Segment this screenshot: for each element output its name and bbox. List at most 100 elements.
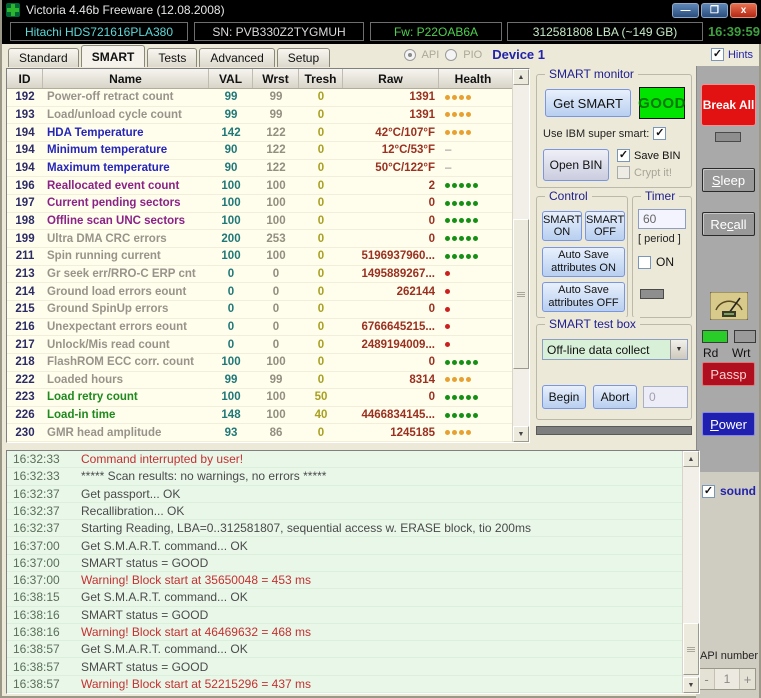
smart-off-button[interactable]: SMART OFF <box>585 211 625 241</box>
tab-smart[interactable]: SMART <box>81 45 146 67</box>
save-bin-checkbox[interactable]: ✓ <box>617 149 630 162</box>
cell-val: 90 <box>209 162 253 174</box>
table-row[interactable]: 226Load-in time148100404466834145... <box>7 407 512 425</box>
close-button[interactable]: x <box>730 3 757 18</box>
log-listbox[interactable]: 16:32:33Command interrupted by user!16:3… <box>6 450 700 694</box>
timer-group: Timer 60 [ period ] ✓ ON <box>632 196 692 318</box>
chevron-down-icon[interactable]: ▼ <box>670 340 687 359</box>
cell-id: 215 <box>7 303 43 315</box>
scroll-down-icon[interactable]: ▼ <box>513 426 529 442</box>
scroll-up-icon[interactable]: ▲ <box>683 451 699 467</box>
tab-setup[interactable]: Setup <box>277 48 330 67</box>
table-row[interactable]: 194Maximum temperature90122050°C/122°F– <box>7 160 512 178</box>
table-row[interactable]: 194Minimum temperature90122012°C/53°F– <box>7 142 512 160</box>
pio-radio[interactable] <box>445 49 457 61</box>
table-scrollbar-thumb[interactable] <box>513 219 529 369</box>
drive-serial: SN: PVB330Z2TYGMUH <box>194 22 364 41</box>
table-row[interactable]: 230GMR head amplitude938601245185 <box>7 424 512 442</box>
minimize-button[interactable]: — <box>672 3 699 18</box>
table-row[interactable]: 214Ground load errors eount000262144 <box>7 283 512 301</box>
cell-tresh: 0 <box>299 233 343 245</box>
api-radio[interactable] <box>404 49 416 61</box>
table-row[interactable]: 222Loaded hours999908314 <box>7 372 512 390</box>
cell-val: 0 <box>209 321 253 333</box>
cell-val: 100 <box>209 215 253 227</box>
col-tresh[interactable]: Tresh <box>299 69 343 88</box>
tab-advanced[interactable]: Advanced <box>199 48 274 67</box>
tab-tests[interactable]: Tests <box>147 48 197 67</box>
ibm-smart-checkbox[interactable]: ✓ <box>653 127 666 140</box>
drive-model[interactable]: Hitachi HDS721616PLA380 <box>10 22 188 41</box>
health-indicator <box>439 271 507 276</box>
cell-tresh: 0 <box>299 144 343 156</box>
crypt-checkbox[interactable]: ✓ <box>617 166 630 179</box>
cell-name: Maximum temperature <box>43 162 209 174</box>
get-smart-button[interactable]: Get SMART <box>545 89 631 117</box>
table-row[interactable]: 197Current pending sectors10010000 <box>7 195 512 213</box>
passport-button[interactable]: Passp <box>702 362 755 386</box>
cell-raw: 12°C/53°F <box>343 144 439 156</box>
sleep-button[interactable]: Sleep <box>702 168 755 192</box>
table-row[interactable]: 223Load retry count100100500 <box>7 389 512 407</box>
cell-raw: 2489194009... <box>343 339 439 351</box>
log-entry: 16:37:00SMART status = GOOD <box>7 555 682 572</box>
col-id[interactable]: ID <box>7 69 43 88</box>
col-val[interactable]: VAL <box>209 69 253 88</box>
test-param-input[interactable]: 0 <box>643 386 688 408</box>
cell-wrst: 0 <box>253 321 299 333</box>
autosave-off-button[interactable]: Auto Save attributes OFF <box>542 282 625 312</box>
power-button[interactable]: Power <box>702 412 755 436</box>
window-buttons: — ❐ x <box>672 3 761 18</box>
hints-checkbox[interactable]: ✓ <box>711 48 724 61</box>
begin-button[interactable]: Begin <box>542 385 586 409</box>
col-raw[interactable]: Raw <box>343 69 439 88</box>
log-entry: 16:32:33Command interrupted by user! <box>7 451 682 468</box>
scroll-down-icon[interactable]: ▼ <box>683 677 699 693</box>
cell-id: 230 <box>7 427 43 439</box>
cell-name: Loaded hours <box>43 374 209 386</box>
autosave-on-button[interactable]: Auto Save attributes ON <box>542 247 625 277</box>
table-scrollbar[interactable]: ▲ ▼ <box>512 69 529 442</box>
timer-on-checkbox[interactable]: ✓ <box>638 256 651 269</box>
abort-button[interactable]: Abort <box>593 385 637 409</box>
table-row[interactable]: 193Load/unload cycle count999901391 <box>7 107 512 125</box>
title-bar[interactable]: Victoria 4.46b Freeware (12.08.2008) — ❐… <box>2 0 761 20</box>
open-bin-button[interactable]: Open BIN <box>543 149 609 181</box>
smart-attributes-table[interactable]: ID Name VAL Wrst Tresh Raw Health 192Pow… <box>6 68 530 443</box>
cell-name: Power-off retract count <box>43 91 209 103</box>
table-row[interactable]: 213Gr seek err/RRO-C ERP cnt000149588926… <box>7 266 512 284</box>
recall-button[interactable]: Recall <box>702 212 755 236</box>
table-row[interactable]: 194HDA Temperature142122042°C/107°F <box>7 124 512 142</box>
cell-name: Load-in time <box>43 409 209 421</box>
table-row[interactable]: 196Reallocated event count10010002 <box>7 177 512 195</box>
cell-tresh: 0 <box>299 197 343 209</box>
scroll-up-icon[interactable]: ▲ <box>513 69 529 85</box>
table-row[interactable]: 198Offline scan UNC sectors10010000 <box>7 213 512 231</box>
break-all-button[interactable]: Break All <box>701 84 756 126</box>
timer-input[interactable]: 60 <box>638 209 686 229</box>
table-row[interactable]: 216Unexpectant errors eount0006766645215… <box>7 319 512 337</box>
table-row[interactable]: 211Spin running current10010005196937960… <box>7 248 512 266</box>
col-name[interactable]: Name <box>43 69 209 88</box>
table-row[interactable]: 199Ultra DMA CRC errors20025300 <box>7 230 512 248</box>
cell-name: Unlock/Mis read count <box>43 339 209 351</box>
health-indicator <box>439 413 507 418</box>
cell-wrst: 100 <box>253 250 299 262</box>
table-row[interactable]: 215Ground SpinUp errors0000 <box>7 301 512 319</box>
sound-checkbox[interactable]: ✓ <box>702 485 715 498</box>
log-scrollbar[interactable]: ▲ ▼ <box>682 451 699 693</box>
table-row[interactable]: 192Power-off retract count999901391 <box>7 89 512 107</box>
cell-raw: 1391 <box>343 91 439 103</box>
col-health[interactable]: Health <box>439 69 507 88</box>
smart-on-button[interactable]: SMART ON <box>542 211 582 241</box>
table-row[interactable]: 217Unlock/Mis read count0002489194009... <box>7 336 512 354</box>
col-wrst[interactable]: Wrst <box>253 69 299 88</box>
spin-plus-button[interactable]: + <box>739 669 755 689</box>
table-row[interactable]: 218FlashROM ECC corr. count10010000 <box>7 354 512 372</box>
spin-minus-button[interactable]: - <box>699 669 715 689</box>
test-type-select[interactable]: Off-line data collect ▼ <box>542 339 688 360</box>
tab-standard[interactable]: Standard <box>8 48 79 67</box>
restore-button[interactable]: ❐ <box>701 3 728 18</box>
log-timestamp: 16:32:33 <box>7 452 69 466</box>
log-scrollbar-thumb[interactable] <box>683 623 699 675</box>
